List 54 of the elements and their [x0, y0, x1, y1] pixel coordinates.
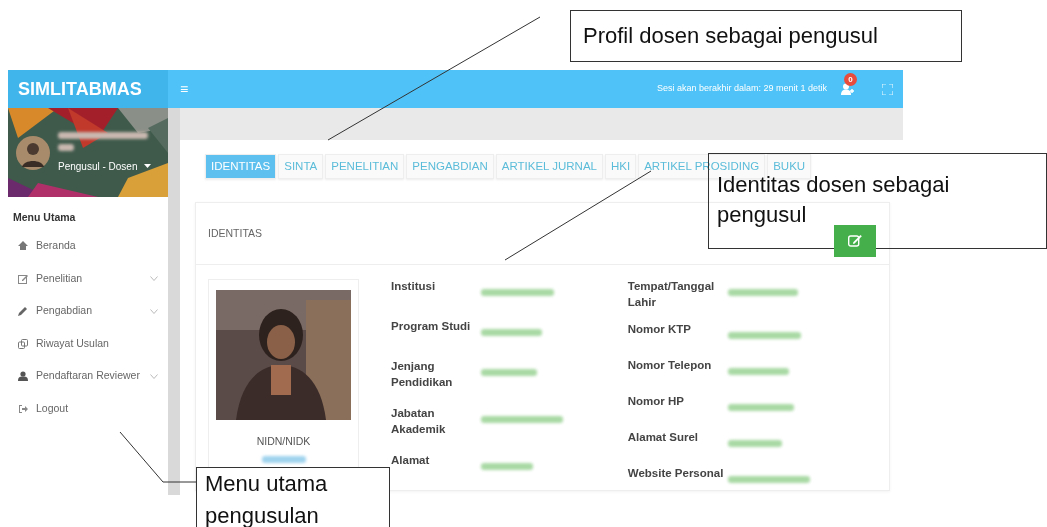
field-label: Alamat — [391, 453, 431, 469]
card-title: IDENTITAS — [208, 225, 263, 241]
blurred-value — [261, 456, 306, 463]
blurred-value — [481, 329, 542, 337]
menu-item[interactable]: Pengabdian — [8, 294, 168, 328]
field-label: Program Studi — [391, 319, 472, 335]
id-label: NIDN/NIDK — [256, 434, 311, 450]
edit-button[interactable] — [834, 224, 876, 257]
role-dropdown[interactable]: Pengusul - Dosen — [58, 158, 151, 174]
tab[interactable]: PENGABDIAN — [406, 154, 494, 180]
blurred-name — [58, 143, 74, 151]
menu-item[interactable]: Penelitian — [8, 262, 168, 295]
tab[interactable]: HKI — [605, 154, 637, 180]
field-label: Nomor Telepon — [627, 358, 713, 374]
fullscreen-icon — [882, 83, 893, 95]
field-label: Website Personal — [627, 466, 725, 482]
menu-item[interactable]: Logout — [8, 392, 168, 425]
blurred-value — [481, 463, 533, 471]
blurred-value — [727, 289, 798, 297]
blurred-value — [727, 440, 782, 448]
user-add-icon — [841, 83, 854, 95]
callout-label: Menu utama pengusulan — [196, 467, 390, 527]
field-label: Institusi — [391, 279, 437, 295]
tab[interactable]: IDENTITAS — [205, 154, 277, 180]
edit-icon — [18, 273, 28, 284]
avatar — [16, 135, 50, 170]
field-label: Nomor KTP — [627, 322, 692, 338]
notification-badge: 0 — [844, 73, 857, 86]
field-label: Alamat Surel — [627, 430, 700, 446]
home-icon — [18, 241, 28, 251]
logout-icon — [18, 403, 28, 414]
blurred-value — [727, 404, 794, 412]
tab[interactable]: ARTIKEL JURNAL — [495, 154, 603, 180]
field-label: Jenjang Pendidikan — [391, 359, 454, 390]
copy-icon — [18, 338, 28, 349]
menu-button[interactable]: ≡ — [180, 78, 189, 100]
menu-item[interactable]: Riwayat Usulan — [8, 327, 168, 360]
field-label: Tempat/Tanggal Lahir — [627, 279, 716, 310]
menu-heading: Menu Utama — [12, 210, 77, 225]
pencil-icon — [18, 306, 28, 316]
tab[interactable]: PENELITIAN — [325, 154, 405, 180]
caret-icon — [143, 164, 151, 168]
callout-label: Profil dosen sebagai pengusul — [570, 10, 962, 62]
edit-icon — [848, 234, 862, 248]
blurred-value — [481, 369, 537, 377]
session-timer: Sesi akan berakhir dalam: 29 menit 1 detik — [656, 82, 827, 96]
menu-item[interactable]: Beranda — [8, 229, 168, 263]
blurred-value — [727, 368, 789, 376]
field-label: Nomor HP — [627, 394, 685, 410]
brand-logo[interactable]: SIMLITABMAS — [8, 70, 168, 108]
menu-item[interactable]: Pendaftaran Reviewer — [8, 359, 168, 393]
tab[interactable]: SINTA — [278, 154, 324, 180]
user-icon — [18, 371, 28, 381]
field-label: Jabatan Akademik — [391, 406, 447, 437]
